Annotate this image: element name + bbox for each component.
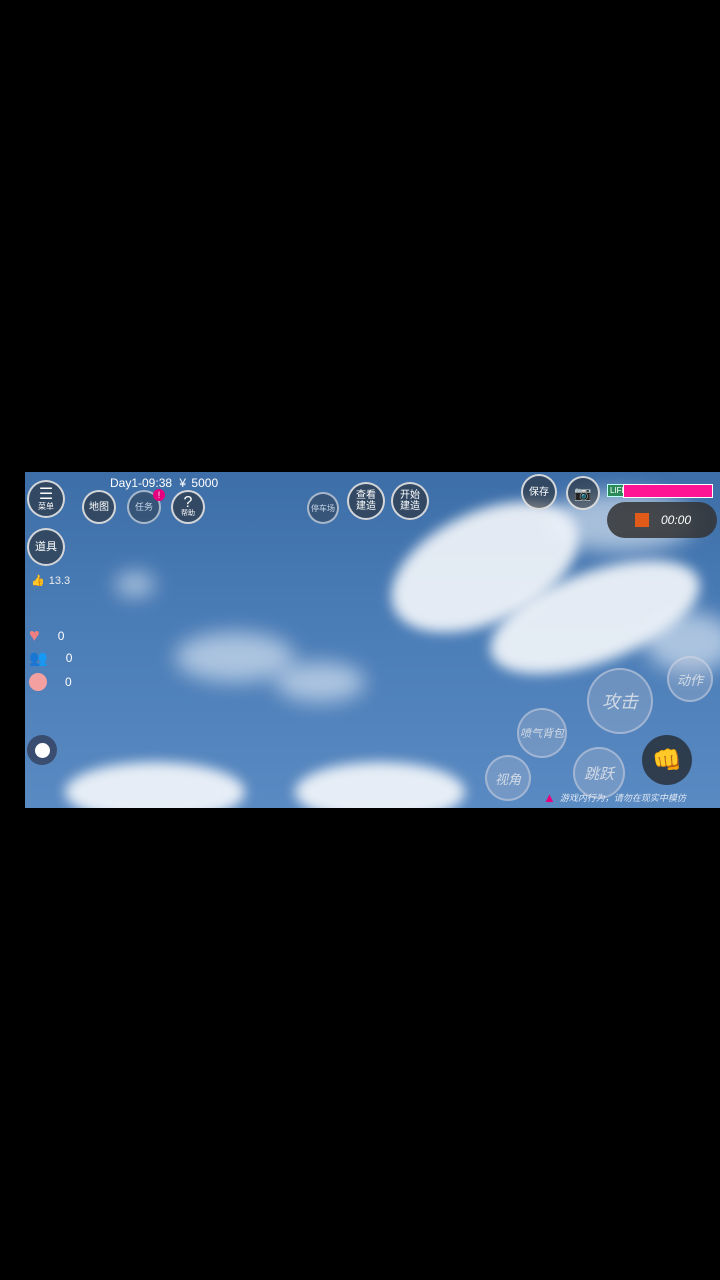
cloud	[65, 762, 245, 808]
items-button[interactable]: 道具	[27, 528, 65, 566]
life-bar	[623, 484, 713, 498]
angry-face-icon	[29, 673, 47, 691]
fist-button[interactable]: 👊	[642, 735, 692, 785]
view-build-button[interactable]: 查看 建造	[347, 482, 385, 520]
warning-footer: ▲ 游戏内行为，请勿在现实中模仿	[543, 790, 686, 805]
anger-stat: 0	[29, 673, 72, 691]
game-viewport[interactable]: ☰ 菜单 地图 任务 ! ? 帮助 Day1-09:38 ¥ 5000 道具 👍…	[25, 472, 720, 808]
thumbs-up-icon: 👍	[31, 575, 45, 587]
joystick-button[interactable]	[27, 735, 57, 765]
menu-button[interactable]: ☰ 菜单	[27, 480, 65, 518]
view-angle-button[interactable]: 视角	[485, 755, 531, 801]
question-icon: ?	[183, 494, 193, 511]
save-button[interactable]: 保存	[521, 474, 557, 510]
jetpack-button[interactable]: 喷气背包	[517, 708, 567, 758]
status-line: Day1-09:38 ¥ 5000	[110, 476, 219, 490]
cloud	[275, 662, 365, 702]
record-stop-icon[interactable]	[635, 513, 649, 527]
help-button[interactable]: ? 帮助	[171, 490, 205, 524]
map-button[interactable]: 地图	[82, 490, 116, 524]
heart-icon: ♥	[29, 625, 40, 645]
hamburger-icon: ☰	[38, 485, 54, 503]
friends-stat: 👥 0	[29, 650, 73, 667]
warning-triangle-icon: ▲	[543, 790, 556, 805]
camera-icon: 📷	[574, 484, 592, 501]
cloud	[115, 572, 155, 597]
alert-badge-icon: !	[153, 489, 165, 501]
start-build-button[interactable]: 开始 建造	[391, 482, 429, 520]
people-icon: 👥	[29, 650, 48, 667]
joystick-knob-icon	[34, 742, 50, 758]
cloud	[295, 762, 465, 808]
action-button[interactable]: 动作	[667, 656, 713, 702]
life-bar-fill	[624, 485, 712, 497]
parking-button[interactable]: 停车场	[307, 492, 339, 524]
likes-stat: ♥ 0	[29, 625, 65, 645]
fps-indicator: 👍 13.3	[31, 574, 71, 588]
recorder-panel[interactable]: 00:00	[607, 502, 717, 538]
fist-icon: 👊	[652, 746, 682, 774]
camera-button[interactable]: 📷	[566, 476, 600, 510]
attack-button[interactable]: 攻击	[587, 668, 653, 734]
